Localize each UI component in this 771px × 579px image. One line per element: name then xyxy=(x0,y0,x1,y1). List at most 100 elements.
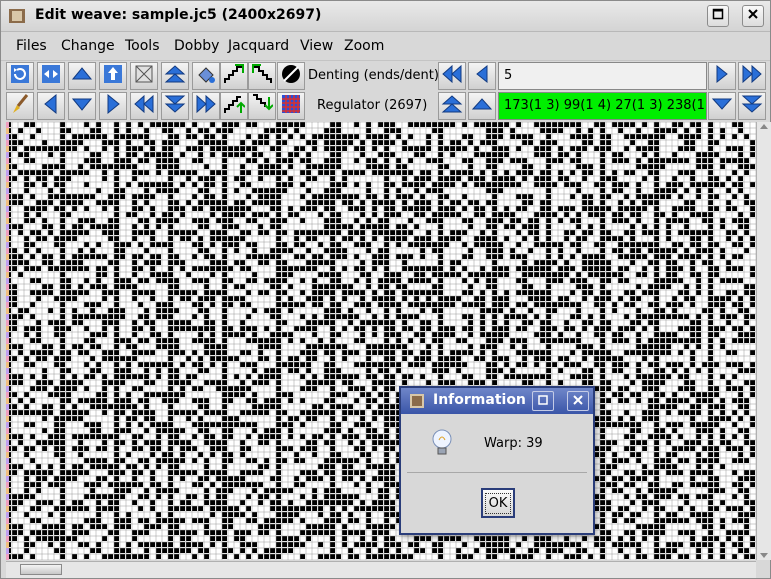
scroll-arrows xyxy=(760,124,768,558)
maximize-button[interactable] xyxy=(707,5,729,27)
brush-button[interactable] xyxy=(6,92,34,120)
arrow-down-icon xyxy=(711,93,733,119)
arrow-left-icon xyxy=(40,93,62,119)
weave-cells xyxy=(6,122,755,559)
fast-right-button[interactable] xyxy=(738,62,766,90)
refresh-icon xyxy=(9,63,31,89)
menu-zoom[interactable]: Zoom xyxy=(344,38,384,54)
menu-files[interactable]: Files xyxy=(16,38,47,54)
double-arrow-down-icon xyxy=(164,93,186,119)
fill-button[interactable] xyxy=(192,62,220,90)
fast-left-button[interactable] xyxy=(438,62,466,90)
window-title: Edit weave: sample.jc5 (2400x2697) xyxy=(35,7,322,23)
stairs-left-icon xyxy=(251,63,273,89)
toolbar-row-2: Regulator (2697) 173(1 3) 99(1 4) 27(1 3… xyxy=(1,91,770,121)
toolbar-row-1: Denting (ends/dent) 5 xyxy=(1,61,770,91)
arrow-down-button[interactable] xyxy=(68,92,96,120)
menu-bar: Files Change Tools Dobby Jacquard View Z… xyxy=(1,32,770,61)
twill-up-button[interactable] xyxy=(220,92,248,120)
denting-label: Denting (ends/dent) xyxy=(308,68,439,83)
twill-up-icon xyxy=(223,93,246,119)
fast-left-icon xyxy=(441,63,463,89)
double-down-button[interactable] xyxy=(738,92,766,120)
double-arrow-up-button[interactable] xyxy=(161,62,189,90)
arrow-left-button[interactable] xyxy=(37,92,65,120)
menu-change[interactable]: Change xyxy=(61,38,115,54)
horizontal-scrollbar[interactable] xyxy=(6,561,756,578)
double-arrow-down-icon xyxy=(741,93,763,119)
information-dialog: Information Warp: 39 OK xyxy=(399,386,595,535)
maximize-icon xyxy=(712,8,724,24)
arrow-up-icon xyxy=(471,93,493,119)
fill-icon xyxy=(195,63,217,89)
regulator-label: Regulator (2697) xyxy=(317,98,428,113)
row-marker-strip xyxy=(6,122,9,560)
menu-dobby[interactable]: Dobby xyxy=(174,38,219,54)
vertical-scrollbar[interactable] xyxy=(756,122,771,560)
arrow-up-icon xyxy=(71,63,93,89)
scale-button[interactable] xyxy=(130,62,158,90)
weave-grid[interactable] xyxy=(6,122,756,560)
fast-right-icon xyxy=(195,93,217,119)
fast-right-icon xyxy=(741,63,763,89)
step-right-button[interactable] xyxy=(708,62,736,90)
double-arrow-down-button[interactable] xyxy=(161,92,189,120)
regulator-input[interactable]: 173(1 3) 99(1 4) 27(1 3) 238(1 xyxy=(498,92,707,120)
arrow-right-button[interactable] xyxy=(99,92,127,120)
dialog-message: Warp: 39 xyxy=(484,436,543,451)
arrow-up-button[interactable] xyxy=(68,62,96,90)
twill-down-button[interactable] xyxy=(248,92,276,120)
dialog-close-button[interactable] xyxy=(567,391,589,411)
double-up-button[interactable] xyxy=(438,92,466,120)
invert-button[interactable] xyxy=(277,62,305,90)
move-up-icon xyxy=(102,63,124,89)
twill-down-icon xyxy=(251,93,274,119)
ok-button[interactable]: OK xyxy=(481,488,515,518)
move-up-button[interactable] xyxy=(99,62,127,90)
double-arrow-up-icon xyxy=(164,63,186,89)
close-icon xyxy=(573,394,583,409)
horizontal-scroll-thumb[interactable] xyxy=(20,564,62,575)
stairs-right-button[interactable] xyxy=(220,62,248,90)
lightbulb-icon xyxy=(431,428,453,462)
swap-horizontal-button[interactable] xyxy=(37,62,65,90)
arrow-down-icon xyxy=(71,93,93,119)
menu-view[interactable]: View xyxy=(300,38,333,54)
dialog-app-icon xyxy=(409,393,425,413)
fast-left-icon xyxy=(133,93,155,119)
stairs-right-icon xyxy=(223,63,245,89)
row-marker xyxy=(6,554,9,560)
maximize-icon xyxy=(538,394,548,409)
step-right-icon xyxy=(711,63,733,89)
weave-canvas[interactable] xyxy=(6,122,756,560)
close-icon xyxy=(747,8,759,24)
double-arrow-up-icon xyxy=(441,93,463,119)
swap-horizontal-icon xyxy=(40,63,62,89)
arrow-right-icon xyxy=(102,93,124,119)
fast-left-2-button[interactable] xyxy=(130,92,158,120)
pattern-icon xyxy=(280,93,302,119)
dialog-title-bar: Information xyxy=(401,388,593,414)
refresh-button[interactable] xyxy=(6,62,34,90)
step-left-button[interactable] xyxy=(468,62,496,90)
menu-tools[interactable]: Tools xyxy=(125,38,160,54)
brush-icon xyxy=(9,93,31,119)
scale-icon xyxy=(133,63,155,89)
dialog-title: Information xyxy=(433,392,526,408)
invert-icon xyxy=(280,63,302,89)
app-icon xyxy=(8,7,26,25)
step-left-icon xyxy=(471,63,493,89)
ok-label: OK xyxy=(484,492,512,514)
fast-right-2-button[interactable] xyxy=(192,92,220,120)
pattern-button[interactable] xyxy=(277,92,305,120)
step-up-button[interactable] xyxy=(468,92,496,120)
stairs-left-button[interactable] xyxy=(248,62,276,90)
dialog-maximize-button[interactable] xyxy=(532,391,554,411)
edit-weave-window: Edit weave: sample.jc5 (2400x2697) Files… xyxy=(0,0,771,579)
title-bar: Edit weave: sample.jc5 (2400x2697) xyxy=(1,1,770,32)
step-down-button[interactable] xyxy=(708,92,736,120)
close-button[interactable] xyxy=(742,5,764,27)
menu-jacquard[interactable]: Jacquard xyxy=(228,38,289,54)
denting-input[interactable]: 5 xyxy=(498,62,707,90)
dialog-separator xyxy=(407,472,587,473)
